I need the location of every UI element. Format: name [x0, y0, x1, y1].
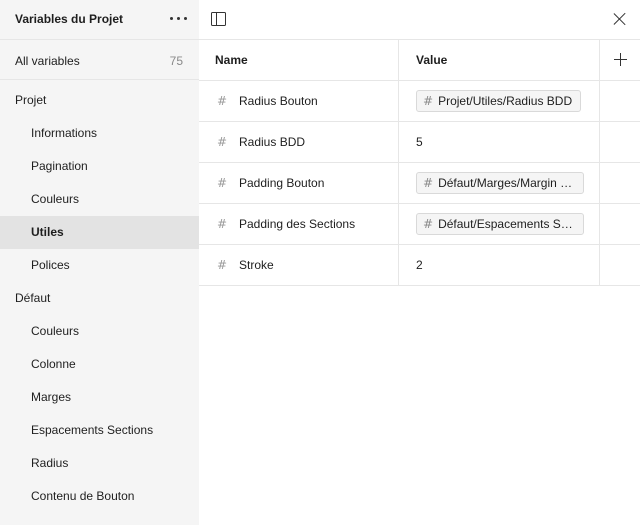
name-header-label: Name [215, 53, 248, 67]
value-column-header: Value [400, 40, 600, 80]
hash-icon: # [423, 217, 434, 231]
alias-chip[interactable]: # Défaut/Marges/Margin - lg [416, 172, 584, 194]
sidebar-item-colonne[interactable]: Colonne [0, 348, 199, 381]
variable-value: 2 [416, 258, 423, 272]
hash-icon: # [217, 217, 228, 231]
hash-icon: # [217, 176, 228, 190]
value-header-label: Value [416, 53, 448, 67]
variable-value-cell[interactable]: # Projet/Utiles/Radius BDD [400, 81, 600, 121]
add-column-button[interactable] [601, 40, 640, 80]
all-variables-label: All variables [15, 54, 80, 68]
sidebar: Variables du Projet All variables 75 Pro… [0, 0, 199, 525]
empty-cell [601, 122, 640, 162]
variable-name-cell[interactable]: # Padding des Sections [199, 204, 399, 244]
alias-chip[interactable]: # Projet/Utiles/Radius BDD [416, 90, 582, 112]
sidebar-item-pagination[interactable]: Pagination [0, 150, 199, 183]
variable-value: 5 [416, 135, 423, 149]
sidebar-item-polices[interactable]: Polices [0, 249, 199, 282]
plus-icon [614, 53, 627, 66]
hash-icon: # [217, 94, 228, 108]
name-column-header: Name [199, 40, 399, 80]
sidebar-item-couleurs[interactable]: Couleurs [0, 315, 199, 348]
close-icon[interactable] [613, 12, 627, 26]
variable-name-cell[interactable]: # Radius BDD [199, 122, 399, 162]
all-variables-count: 75 [169, 54, 183, 68]
sidebar-item-radius[interactable]: Radius [0, 447, 199, 480]
table-row[interactable]: # Padding des Sections # Défaut/Espacements… [199, 204, 640, 245]
variable-name-cell[interactable]: # Stroke [199, 245, 399, 285]
collection-title: Variables du Projet [15, 12, 124, 26]
empty-cell [601, 204, 640, 244]
top-bar [199, 0, 640, 40]
hash-icon: # [423, 94, 434, 108]
sidebar-item-informations[interactable]: Informations [0, 117, 199, 150]
hash-icon: # [217, 135, 228, 149]
sidebar-item-projet[interactable]: Projet [0, 84, 199, 117]
sidebar-item-marges[interactable]: Marges [0, 381, 199, 414]
variable-name: Radius BDD [239, 135, 306, 149]
variable-name-cell[interactable]: # Padding Bouton [199, 163, 399, 203]
variable-name: Radius Bouton [239, 94, 318, 108]
empty-cell [601, 245, 640, 285]
sidebar-item-couleurs[interactable]: Couleurs [0, 183, 199, 216]
hash-icon: # [423, 176, 434, 190]
variable-value-cell[interactable]: 2 [400, 245, 600, 285]
variable-value-cell[interactable]: 5 [400, 122, 600, 162]
table-row[interactable]: # Radius Bouton # Projet/Utiles/Radius BDD [199, 81, 640, 122]
alias-chip-label: Défaut/Marges/Margin - lg [438, 176, 575, 190]
alias-chip-label: Défaut/Espacements Se... [438, 217, 575, 231]
variable-name: Stroke [239, 258, 274, 272]
sidebar-item-utiles[interactable]: Utiles [0, 216, 199, 249]
alias-chip-label: Projet/Utiles/Radius BDD [438, 94, 573, 108]
empty-cell [601, 163, 640, 203]
variable-value-cell[interactable]: # Défaut/Espacements Se... [400, 204, 600, 244]
table-row[interactable]: # Radius BDD 5 [199, 122, 640, 163]
sidebar-item-défaut[interactable]: Défaut [0, 282, 199, 315]
more-icon[interactable] [170, 17, 188, 21]
all-variables-item[interactable]: All variables 75 [0, 41, 199, 80]
table-header-row: Name Value [199, 40, 640, 81]
hash-icon: # [217, 258, 228, 272]
variables-table: Name Value # Radius Bouton # Projet/Utiles/… [199, 40, 640, 286]
variable-name: Padding Bouton [239, 176, 325, 190]
table-row[interactable]: # Padding Bouton # Défaut/Marges/Margin - l… [199, 163, 640, 204]
sidebar-header: Variables du Projet [0, 0, 199, 40]
sidebar-item-espacements-sections[interactable]: Espacements Sections [0, 414, 199, 447]
sidebar-item-contenu-de-bouton[interactable]: Contenu de Bouton [0, 480, 199, 513]
sidebar-toggle-icon[interactable] [211, 12, 226, 26]
variable-value-cell[interactable]: # Défaut/Marges/Margin - lg [400, 163, 600, 203]
empty-cell [601, 81, 640, 121]
table-row[interactable]: # Stroke 2 [199, 245, 640, 286]
alias-chip[interactable]: # Défaut/Espacements Se... [416, 213, 584, 235]
variable-name: Padding des Sections [239, 217, 356, 231]
group-tree: Projet Informations Pagination Couleurs Util… [0, 84, 199, 513]
variable-name-cell[interactable]: # Radius Bouton [199, 81, 399, 121]
